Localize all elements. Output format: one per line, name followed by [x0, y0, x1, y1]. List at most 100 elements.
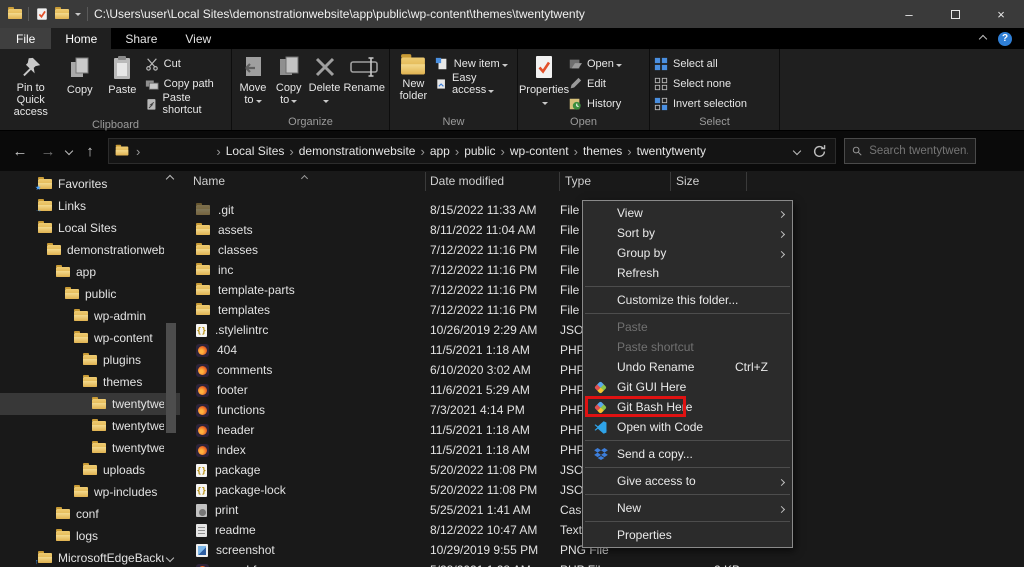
sidebar-item-conf[interactable]: conf [0, 503, 180, 525]
select-none-button[interactable]: Select none [654, 76, 747, 92]
sidebar-item-wp-content[interactable]: wp-content [0, 327, 180, 349]
breadcrumb-chevron[interactable]: › [624, 144, 634, 159]
menu-item-view[interactable]: View [583, 203, 792, 223]
maximize-button[interactable] [932, 0, 978, 28]
column-divider[interactable] [746, 172, 747, 191]
pin-to-quick-access-button[interactable]: Pin to Quick access [4, 51, 57, 118]
breadcrumb-segment-themes[interactable]: themes [581, 144, 624, 158]
minimize-button[interactable]: – [886, 0, 932, 28]
move-to-button[interactable]: Move to [236, 51, 270, 115]
sidebar-item-wp-admin[interactable]: wp-admin [0, 305, 180, 327]
new-item-button[interactable]: New item [435, 56, 513, 72]
tab-file[interactable]: File [0, 28, 51, 49]
column-divider[interactable] [425, 172, 426, 191]
recent-locations-caret[interactable] [65, 147, 73, 155]
breadcrumb-segment-Local Sites[interactable]: Local Sites [224, 144, 287, 158]
menu-item-undo-rename[interactable]: Undo RenameCtrl+Z [583, 357, 792, 377]
menu-item-send-a-copy-[interactable]: Send a copy... [583, 444, 792, 464]
file-row-searchform[interactable]: searchform5/28/2021 1:28 AMPHP File2 KB [180, 560, 1024, 567]
history-button[interactable]: History [568, 96, 622, 112]
breadcrumb-segment-public[interactable]: public [462, 144, 497, 158]
breadcrumb-segment-twentytwenty[interactable]: twentytwenty [635, 144, 708, 158]
scroll-up-icon[interactable] [166, 175, 174, 183]
menu-item-git-bash-here[interactable]: Git Bash Here [583, 397, 792, 417]
breadcrumb-chevron[interactable]: › [498, 144, 508, 159]
search-icon [852, 145, 862, 157]
copy-to-button[interactable]: Copy to [272, 51, 306, 115]
invert-selection-button[interactable]: Invert selection [654, 96, 747, 112]
tab-home[interactable]: Home [51, 28, 111, 49]
paste-shortcut-button[interactable]: Paste shortcut [145, 96, 227, 112]
select-all-button[interactable]: Select all [654, 56, 747, 72]
address-dropdown-caret[interactable] [793, 147, 801, 155]
quick-access-customize-caret[interactable] [75, 13, 81, 16]
sidebar-item-themes[interactable]: themes [0, 371, 180, 393]
sidebar-item-demonstrationwebsite[interactable]: demonstrationwebsite [0, 239, 180, 261]
menu-item-group-by[interactable]: Group by [583, 243, 792, 263]
sidebar-scrollbar[interactable] [164, 170, 178, 567]
menu-item-customize-this-folder-[interactable]: Customize this folder... [583, 290, 792, 310]
menu-item-new[interactable]: New [583, 498, 792, 518]
column-divider[interactable] [559, 172, 560, 191]
help-icon[interactable]: ? [998, 32, 1012, 46]
sidebar-scrollbar-thumb[interactable] [166, 323, 176, 433]
menu-item-open-with-code[interactable]: Open with Code [583, 417, 792, 437]
sidebar-item-Local Sites[interactable]: Local Sites [0, 217, 180, 239]
quick-access-properties-icon[interactable] [35, 7, 49, 21]
quick-access-newfolder-icon[interactable] [55, 9, 69, 19]
delete-button[interactable]: Delete [308, 51, 342, 115]
breadcrumb-chevron[interactable]: › [571, 144, 581, 159]
address-bar[interactable]: › ›Local Sites›demonstrationwebsite›app›… [108, 138, 836, 164]
easy-access-button[interactable]: Easy access [435, 76, 513, 92]
properties-button[interactable]: Properties [522, 51, 566, 115]
column-divider[interactable] [670, 172, 671, 191]
cut-button[interactable]: Cut [145, 56, 227, 72]
sidebar-item-Links[interactable]: →Links [0, 195, 180, 217]
edit-button[interactable]: Edit [568, 76, 622, 92]
sidebar-item-public[interactable]: public [0, 283, 180, 305]
scroll-down-icon[interactable] [166, 554, 174, 562]
back-button[interactable]: ← [10, 143, 30, 160]
sidebar-item-twentytwenty[interactable]: twentytwenty [0, 393, 180, 415]
tab-share[interactable]: Share [111, 28, 171, 49]
copy-path-button[interactable]: Copy path [145, 76, 227, 92]
search-input[interactable] [869, 145, 968, 157]
search-box[interactable] [844, 138, 976, 164]
menu-item-properties[interactable]: Properties [583, 525, 792, 545]
copy-button[interactable]: Copy [59, 51, 100, 118]
paste-button[interactable]: Paste [102, 51, 143, 118]
menu-item-git-gui-here[interactable]: Git GUI Here [583, 377, 792, 397]
close-button[interactable]: × [978, 0, 1024, 28]
new-folder-button[interactable]: Newfolder [394, 51, 433, 115]
sidebar-item-logs[interactable]: logs [0, 525, 180, 547]
refresh-icon[interactable] [812, 144, 827, 159]
sidebar-item-twentytwentytwo[interactable]: twentytwentytwo [0, 437, 180, 459]
breadcrumb-chevron[interactable]: › [417, 144, 427, 159]
breadcrumb-segment-app[interactable]: app [428, 144, 452, 158]
collapse-ribbon-icon[interactable] [979, 34, 987, 42]
sidebar-item-uploads[interactable]: uploads [0, 459, 180, 481]
sidebar-item-twentytwentyone[interactable]: twentytwentyone [0, 415, 180, 437]
breadcrumb-segment-demonstrationwebsite[interactable]: demonstrationwebsite [297, 144, 418, 158]
tab-view[interactable]: View [171, 28, 225, 49]
open-button[interactable]: Open [568, 56, 622, 72]
rename-button[interactable]: Rename [343, 51, 385, 115]
forward-button[interactable]: → [38, 143, 58, 160]
breadcrumb-chevron[interactable]: › [213, 144, 223, 159]
breadcrumb-chevron[interactable]: › [452, 144, 462, 159]
breadcrumb-chevron[interactable]: › [286, 144, 296, 159]
column-header-name[interactable]: Name [193, 174, 225, 188]
sidebar-item-MicrosoftEdgeBackups[interactable]: ↑MicrosoftEdgeBackups [0, 547, 180, 567]
column-header-date[interactable]: Date modified [430, 174, 504, 188]
sidebar-item-Favorites[interactable]: ★Favorites [0, 173, 180, 195]
sidebar-item-plugins[interactable]: plugins [0, 349, 180, 371]
up-button[interactable]: ↑ [80, 143, 100, 160]
sidebar-item-app[interactable]: app [0, 261, 180, 283]
menu-item-give-access-to[interactable]: Give access to [583, 471, 792, 491]
column-header-type[interactable]: Type [565, 174, 591, 188]
sidebar-item-wp-includes[interactable]: wp-includes [0, 481, 180, 503]
menu-item-refresh[interactable]: Refresh [583, 263, 792, 283]
menu-item-sort-by[interactable]: Sort by [583, 223, 792, 243]
breadcrumb-segment-wp-content[interactable]: wp-content [508, 144, 571, 158]
column-header-size[interactable]: Size [676, 174, 699, 188]
